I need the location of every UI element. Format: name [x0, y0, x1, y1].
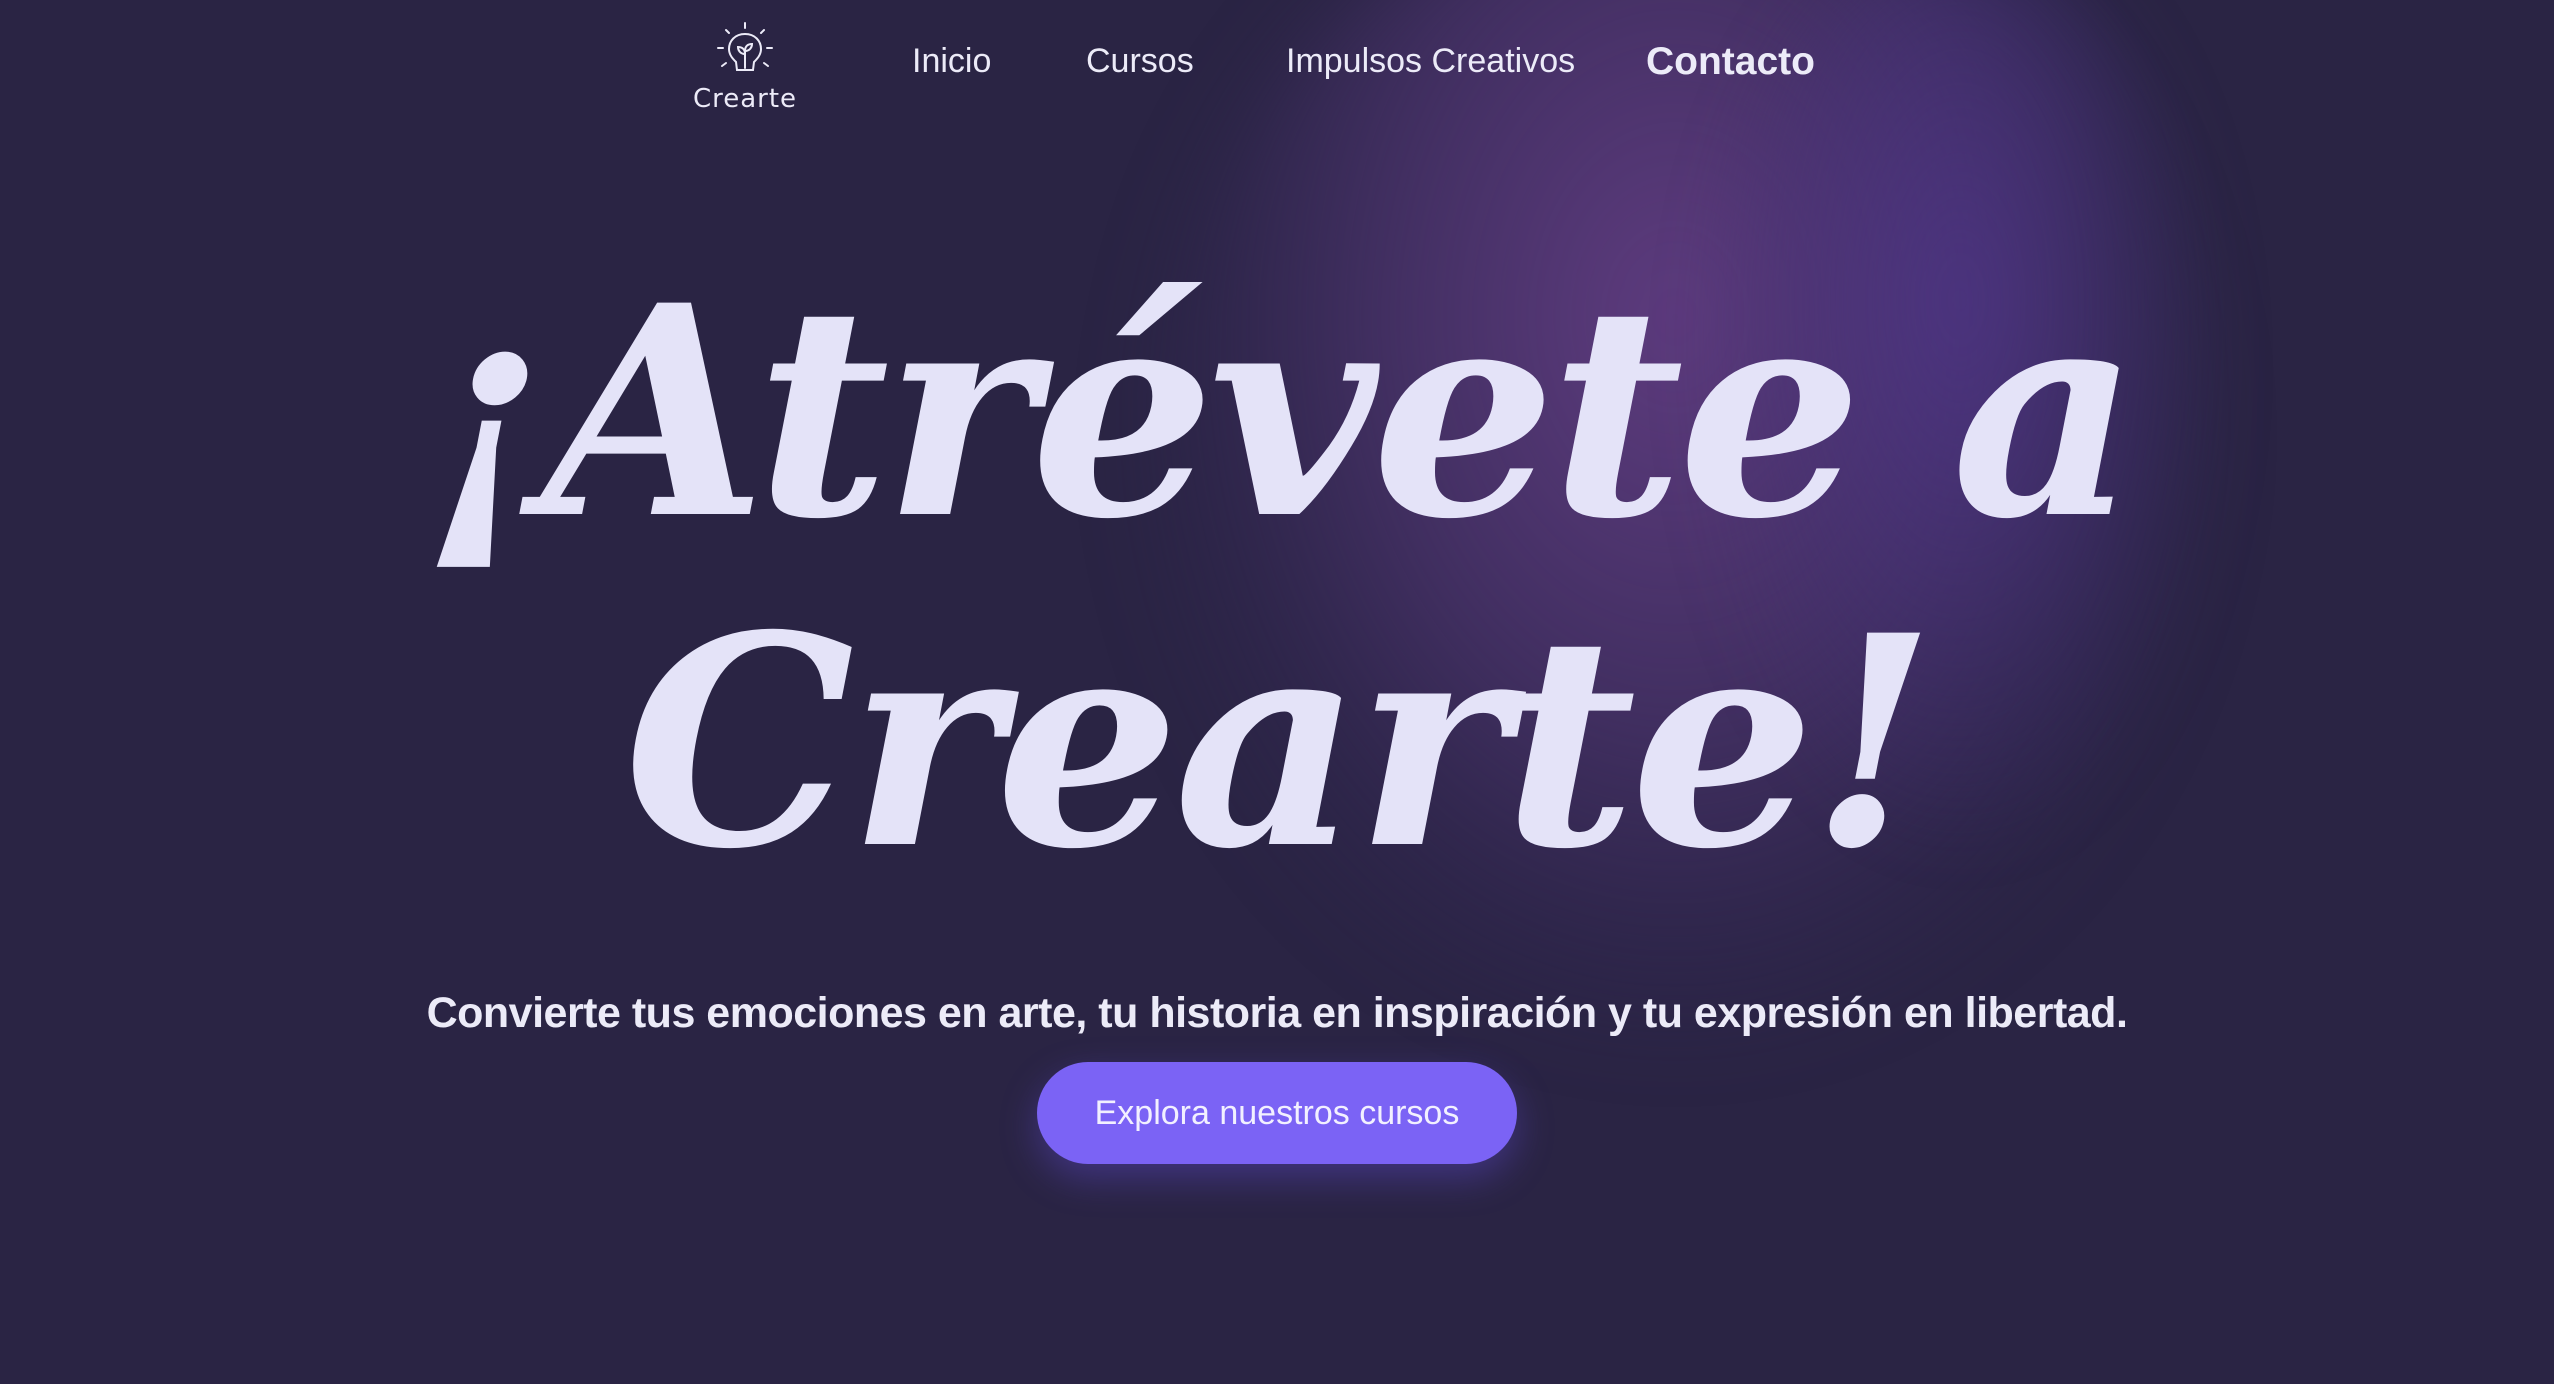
nav-impulsos-creativos[interactable]: Impulsos Creativos: [1286, 42, 1575, 81]
lightbulb-sprout-icon: [717, 22, 773, 71]
explore-courses-button[interactable]: Explora nuestros cursos: [1037, 1062, 1517, 1164]
nav-cursos[interactable]: Cursos: [1086, 42, 1194, 81]
top-navigation: Crearte Inicio Cursos Impulsos Creativos…: [0, 0, 2554, 130]
brand-name: Crearte: [692, 84, 798, 114]
nav-contacto[interactable]: Contacto: [1646, 40, 1815, 84]
brand-logo[interactable]: Crearte: [690, 20, 800, 115]
hero-title: ¡Atrévete a Crearte!: [0, 248, 2554, 908]
nav-inicio[interactable]: Inicio: [912, 42, 991, 81]
hero-title-line-2: Crearte!: [623, 573, 1937, 913]
hero-subtitle: Convierte tus emociones en arte, tu hist…: [426, 989, 2128, 1037]
hero-title-line-1: ¡Atrévete a: [420, 243, 2140, 583]
